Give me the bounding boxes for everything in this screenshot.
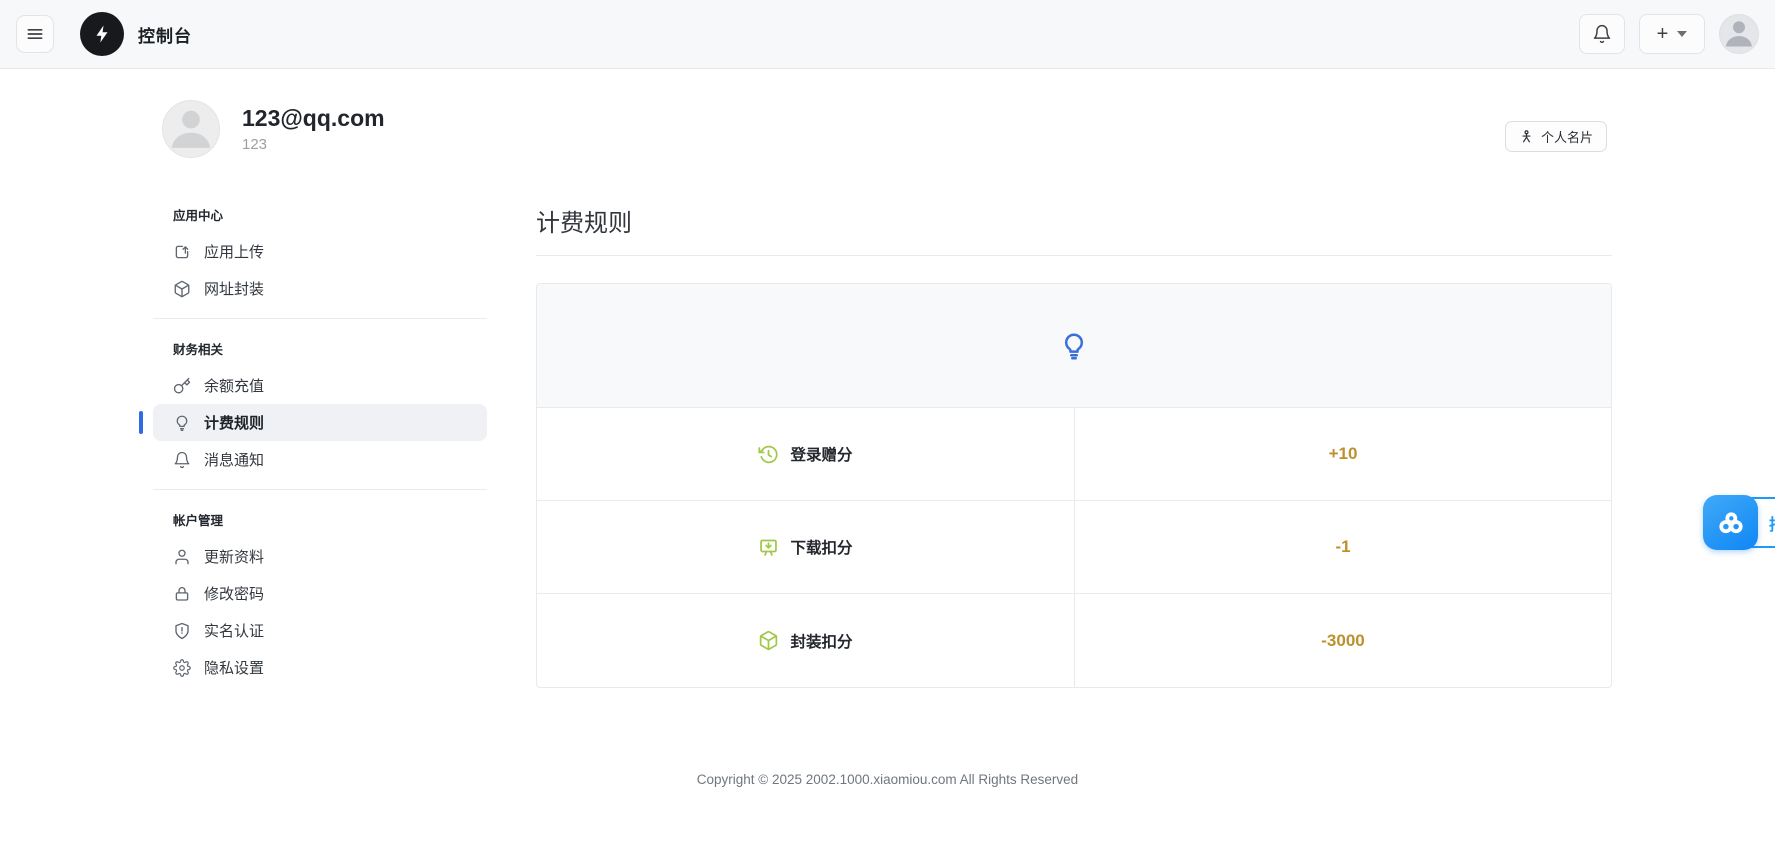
bulb-icon xyxy=(173,414,191,432)
sidebar-section-app-center: 应用中心 xyxy=(153,197,487,233)
sidebar-item-url-package[interactable]: 网址封装 xyxy=(153,270,487,307)
gear-icon xyxy=(173,659,191,677)
profile-email: 123@qq.com xyxy=(242,105,385,132)
rule-value: +10 xyxy=(1074,408,1611,500)
rule-label: 封装扣分 xyxy=(790,630,852,652)
sidebar-item-real-name-verify[interactable]: 实名认证 xyxy=(153,612,487,649)
sidebar-item-label: 更新资料 xyxy=(204,546,264,567)
bell-icon xyxy=(173,451,191,469)
table-row: 封装扣分 -3000 xyxy=(537,594,1611,687)
sidebar-item-label: 应用上传 xyxy=(204,241,264,262)
copyright-text: Copyright © 2025 2002.1000.xiaomiou.com … xyxy=(697,772,1078,787)
table-row: 登录赠分 +10 xyxy=(537,408,1611,501)
sidebar-item-label: 计费规则 xyxy=(204,412,264,433)
sidebar-item-label: 网址封装 xyxy=(204,278,264,299)
hamburger-menu-button[interactable] xyxy=(16,15,54,53)
sidebar: 应用中心 应用上传 网址封装 财务相关 余额充值 计费规则 消息通知 帐户管理 xyxy=(153,197,487,686)
hamburger-icon xyxy=(25,24,45,44)
sidebar-item-label: 实名认证 xyxy=(204,620,264,641)
profile-header: 123@qq.com 123 xyxy=(162,100,385,158)
table-header xyxy=(537,284,1611,408)
profile-avatar xyxy=(162,100,220,158)
lightning-icon xyxy=(90,22,114,46)
download-monitor-icon xyxy=(758,537,779,558)
bulb-icon xyxy=(1059,331,1089,361)
key-icon xyxy=(173,377,191,395)
rule-value: -3000 xyxy=(1074,594,1611,687)
add-button[interactable]: + xyxy=(1639,14,1705,54)
personal-card-label: 个人名片 xyxy=(1541,127,1593,146)
lock-icon xyxy=(173,585,191,603)
table-row: 下载扣分 -1 xyxy=(537,501,1611,594)
topbar: 控制台 + xyxy=(0,0,1775,69)
rule-label-cell: 下载扣分 xyxy=(537,501,1074,593)
user-avatar[interactable] xyxy=(1719,14,1759,54)
chevron-down-icon xyxy=(1677,31,1687,37)
netdisk-panel-text: 把 xyxy=(1769,511,1775,535)
sidebar-section-account: 帐户管理 xyxy=(153,502,487,538)
shield-icon xyxy=(173,622,191,640)
user-icon xyxy=(173,548,191,566)
sidebar-divider xyxy=(153,318,487,319)
rule-value: -1 xyxy=(1074,501,1611,593)
rule-label-cell: 封装扣分 xyxy=(537,594,1074,687)
notifications-button[interactable] xyxy=(1579,14,1625,54)
personal-card-button[interactable]: 个人名片 xyxy=(1505,121,1607,152)
upload-icon xyxy=(173,243,191,261)
netdisk-floating-widget[interactable]: 把 xyxy=(1703,495,1758,550)
sidebar-section-finance: 财务相关 xyxy=(153,331,487,367)
sidebar-item-label: 修改密码 xyxy=(204,583,264,604)
profile-info: 123@qq.com 123 xyxy=(242,105,385,153)
active-indicator xyxy=(139,411,143,434)
plus-icon: + xyxy=(1657,24,1669,44)
sidebar-item-balance-recharge[interactable]: 余额充值 xyxy=(153,367,487,404)
sidebar-item-app-upload[interactable]: 应用上传 xyxy=(153,233,487,270)
content-title: 计费规则 xyxy=(536,203,1612,238)
page-title: 控制台 xyxy=(138,22,192,47)
sidebar-item-label: 消息通知 xyxy=(204,449,264,470)
history-clock-icon xyxy=(758,444,779,465)
sidebar-item-billing-rules[interactable]: 计费规则 xyxy=(153,404,487,441)
package-cube-icon xyxy=(758,630,779,651)
cube-icon xyxy=(173,280,191,298)
app-logo xyxy=(80,12,124,56)
sidebar-item-label: 余额充值 xyxy=(204,375,264,396)
sidebar-item-change-password[interactable]: 修改密码 xyxy=(153,575,487,612)
sidebar-item-label: 隐私设置 xyxy=(204,657,264,678)
sidebar-item-notifications[interactable]: 消息通知 xyxy=(153,441,487,478)
person-card-icon xyxy=(1519,129,1534,144)
main-content: 计费规则 登录赠分 +10 下载扣分 -1 xyxy=(536,203,1612,688)
profile-name: 123 xyxy=(242,136,385,153)
sidebar-item-privacy-settings[interactable]: 隐私设置 xyxy=(153,649,487,686)
title-divider xyxy=(536,255,1612,256)
netdisk-cloud-icon[interactable] xyxy=(1703,495,1758,550)
topbar-actions: + xyxy=(1579,14,1759,54)
billing-rules-table: 登录赠分 +10 下载扣分 -1 封装扣分 -3000 xyxy=(536,283,1612,688)
footer: Copyright © 2025 2002.1000.xiaomiou.com … xyxy=(0,772,1775,787)
sidebar-divider xyxy=(153,489,487,490)
bell-icon xyxy=(1592,24,1612,44)
rule-label: 下载扣分 xyxy=(790,536,852,558)
rule-label: 登录赠分 xyxy=(790,443,852,465)
sidebar-item-update-profile[interactable]: 更新资料 xyxy=(153,538,487,575)
rule-label-cell: 登录赠分 xyxy=(537,408,1074,500)
